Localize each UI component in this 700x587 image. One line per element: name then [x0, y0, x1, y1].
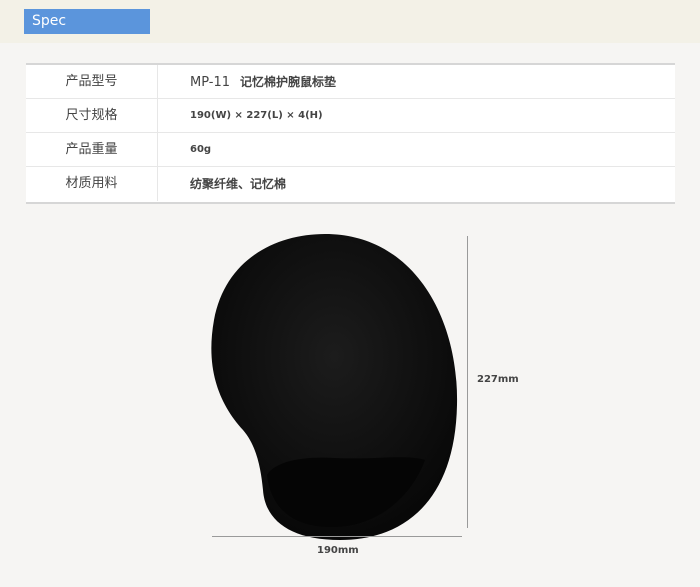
spec-value: 190(W) × 227(L) × 4(H) [190, 110, 323, 121]
spec-label: 产品型号 [26, 65, 158, 98]
spec-row-material: 材质用料 纺聚纤维、记忆棉 [26, 167, 675, 201]
model-number: MP-11 [190, 75, 231, 90]
spec-tab[interactable]: Spec [24, 9, 150, 34]
height-label: 227mm [477, 374, 519, 385]
width-label: 190mm [317, 545, 359, 556]
spec-label: 材质用料 [26, 167, 158, 201]
spec-value: 纺聚纤维、记忆棉 [190, 177, 287, 191]
product-name: 记忆棉护腕鼠标垫 [240, 75, 337, 89]
spec-row-weight: 产品重量 60g [26, 133, 675, 167]
width-dimension-line [212, 536, 462, 537]
spec-row-model: 产品型号 MP-11 记忆棉护腕鼠标垫 [26, 65, 675, 99]
spec-table: 产品型号 MP-11 记忆棉护腕鼠标垫 尺寸规格 190(W) × 227(L) … [26, 63, 675, 204]
spec-value: MP-11 记忆棉护腕鼠标垫 [158, 65, 675, 98]
spec-value: 60g [190, 144, 212, 155]
spec-label: 产品重量 [26, 133, 158, 166]
mouse-pad-image [211, 234, 458, 540]
header-band: Spec [0, 0, 700, 43]
spec-row-size: 尺寸规格 190(W) × 227(L) × 4(H) [26, 99, 675, 133]
spec-label: 尺寸规格 [26, 99, 158, 132]
height-dimension-line [467, 236, 468, 528]
product-image-area [0, 215, 700, 587]
